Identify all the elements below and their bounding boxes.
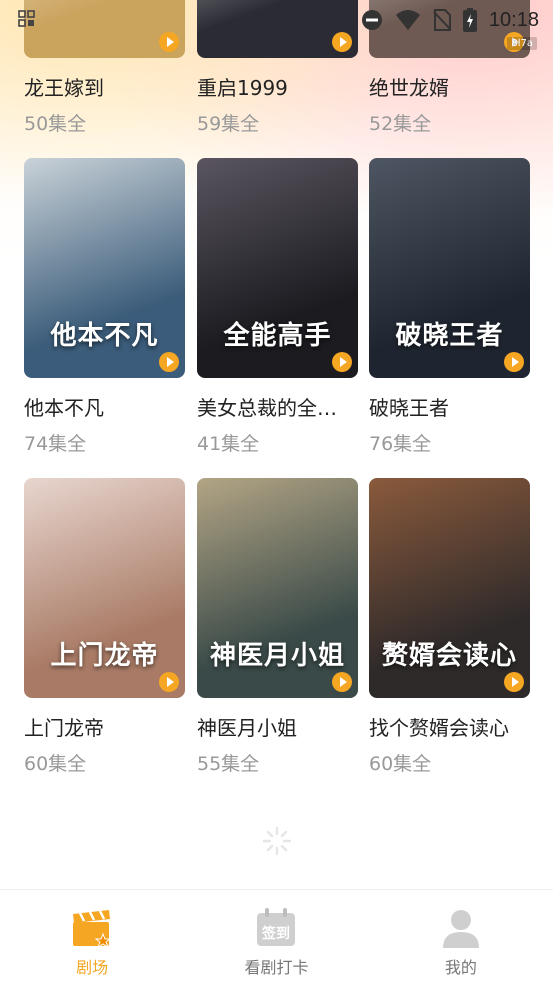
drama-card[interactable]: 全能高手美女总裁的全… 41集全 (197, 158, 358, 456)
episode-count: 52集全 (369, 113, 432, 135)
drama-card[interactable]: 破晓王者 破晓王者 76集全 (369, 158, 530, 456)
episode-count: 60集全 (369, 753, 432, 775)
tab-label: 我的 (444, 958, 477, 977)
no-sim-icon (433, 9, 451, 31)
drama-title: 他本不凡 (24, 396, 104, 420)
drama-title: 美女总裁的全… (197, 396, 337, 420)
drama-card[interactable]: 他本不凡 他本不凡 74集全 (24, 158, 185, 456)
drama-poster[interactable]: 神医月小姐 (197, 478, 358, 698)
clock: 10:18 (488, 8, 539, 31)
episode-count: 50集全 (24, 113, 87, 135)
drama-poster[interactable]: 他本不凡 (24, 158, 185, 378)
play-icon[interactable] (504, 352, 524, 372)
bottom-tab-bar: 剧场 签到 看剧打卡 我的 (0, 889, 553, 984)
episode-count: 60集全 (24, 753, 87, 775)
tab-theater[interactable]: 剧场 (0, 890, 184, 984)
drama-title: 绝世龙婿 (369, 76, 449, 100)
poster-title-art: 他本不凡 (50, 321, 159, 351)
battery-charging-icon (462, 8, 477, 32)
drama-title: 神医月小姐 (197, 716, 297, 740)
play-icon[interactable] (332, 352, 352, 372)
poster-title-art: 神医月小姐 (209, 641, 345, 671)
drama-title: 找个赘婿会读心 (369, 716, 509, 740)
drama-poster[interactable]: 上门龙帝 (24, 478, 185, 698)
dnd-icon (361, 10, 382, 30)
grid-icon (18, 10, 35, 27)
drama-card[interactable]: 神医月小姐 神医月小姐 55集全 (197, 478, 358, 776)
play-icon[interactable] (504, 672, 524, 692)
poster-title-art: 赘婿会读心 (381, 641, 517, 671)
drama-card[interactable]: 赘婿会读心找个赘婿会读心 60集全 (369, 478, 530, 776)
episode-count: 59集全 (197, 113, 260, 135)
status-bar: 10:18 (0, 0, 553, 40)
play-icon[interactable] (332, 672, 352, 692)
tab-mine[interactable]: 我的 (369, 890, 553, 984)
loading-spinner-icon (262, 826, 292, 856)
episode-count: 74集全 (24, 433, 87, 455)
episode-count: 41集全 (197, 433, 260, 455)
poster-title-art: 上门龙帝 (50, 641, 159, 671)
drama-title: 龙王嫁到 (24, 76, 104, 100)
clapperboard-icon (73, 910, 112, 949)
drama-title: 上门龙帝 (24, 716, 104, 740)
tab-label: 剧场 (76, 958, 109, 977)
watermark-label: 8l7a (507, 37, 537, 50)
poster-title-art: 全能高手 (223, 321, 332, 351)
tab-checkin[interactable]: 签到 看剧打卡 (184, 890, 368, 984)
drama-card[interactable]: 上门龙帝 上门龙帝 60集全 (24, 478, 185, 776)
user-icon (442, 910, 479, 948)
wifi-icon (395, 10, 420, 30)
drama-title: 破晓王者 (369, 396, 449, 420)
episode-count: 76集全 (369, 433, 432, 455)
calendar-checkin-icon: 签到 (257, 908, 296, 946)
drama-poster[interactable]: 破晓王者 (369, 158, 530, 378)
drama-title: 重启1999 (197, 76, 288, 100)
checkin-icon-text: 签到 (261, 925, 290, 942)
drama-poster[interactable]: 全能高手 (197, 158, 358, 378)
poster-title-art: 破晓王者 (395, 321, 504, 351)
tab-label: 看剧打卡 (244, 958, 309, 977)
drama-poster[interactable]: 赘婿会读心 (369, 478, 530, 698)
play-icon[interactable] (159, 672, 179, 692)
episode-count: 55集全 (197, 753, 260, 775)
play-icon[interactable] (159, 352, 179, 372)
